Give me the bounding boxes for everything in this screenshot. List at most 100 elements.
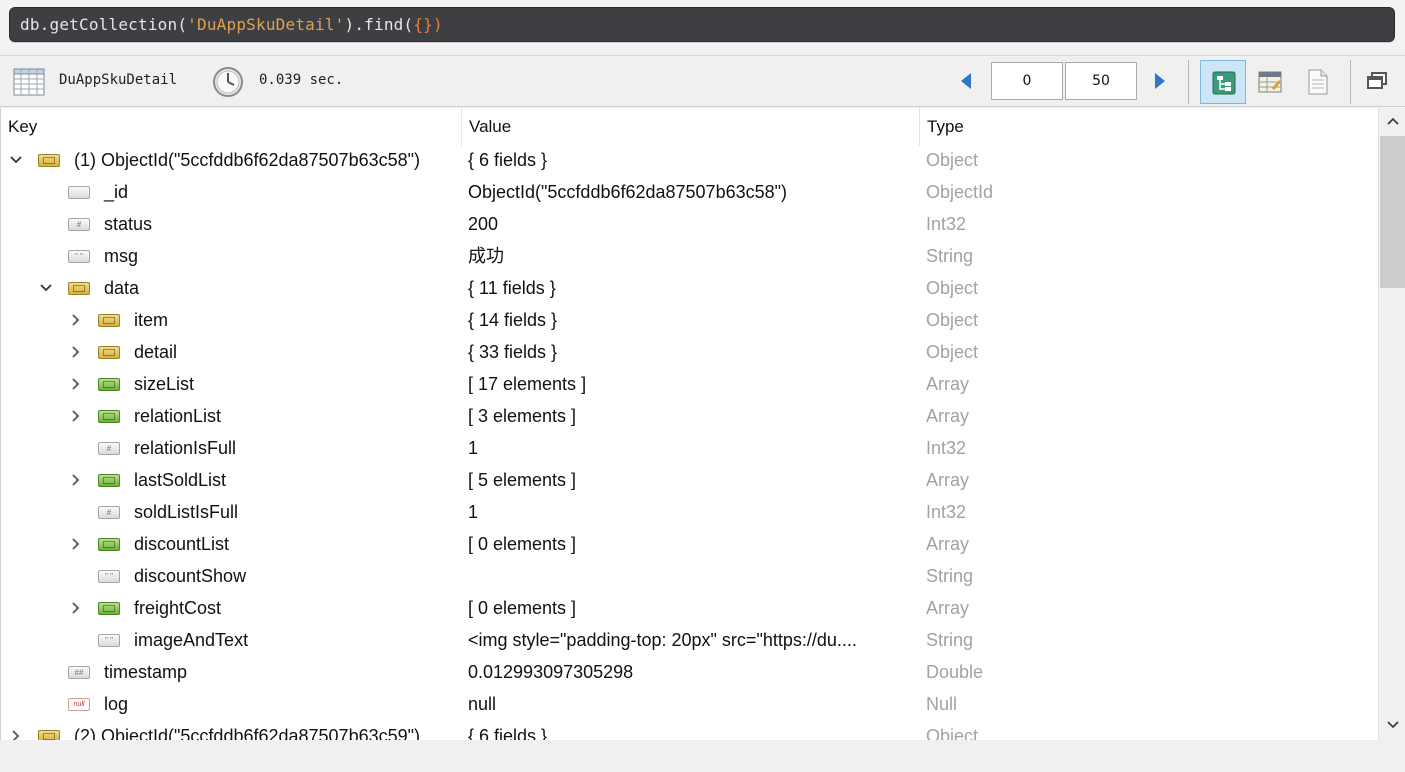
chevron-right-icon[interactable] (68, 464, 84, 496)
table-view-button[interactable] (1248, 60, 1294, 104)
row-type: Array (926, 534, 970, 554)
tree-row[interactable]: data { 11 fields } Object (1, 272, 1378, 304)
int32-type-icon: # (98, 442, 120, 455)
row-value: <img style="padding-top: 20px" src="http… (468, 630, 857, 650)
tree-row[interactable]: item { 14 fields } Object (1, 304, 1378, 336)
row-value: { 33 fields } (468, 342, 558, 362)
column-header-type[interactable]: Type (920, 108, 1378, 146)
tree-view-icon (1212, 71, 1236, 99)
row-key: relationIsFull (134, 438, 237, 458)
tree-row[interactable]: (1) ObjectId("5ccfddb6f62da87507b63c58")… (1, 144, 1378, 176)
maximize-window-icon[interactable] (1366, 71, 1388, 95)
object-type-icon (38, 730, 60, 740)
column-header-key[interactable]: Key (1, 108, 462, 146)
text-view-button[interactable] (1296, 60, 1342, 104)
arrow-right-icon[interactable] (1152, 71, 1168, 95)
string-type-icon: " " (68, 250, 90, 263)
tree-row[interactable]: # relationIsFull 1 Int32 (1, 432, 1378, 464)
row-type: Object (926, 150, 979, 170)
tree-row[interactable]: " " msg 成功 String (1, 240, 1378, 272)
array-type-icon (98, 378, 120, 391)
row-key: discountShow (134, 566, 247, 586)
tree-row[interactable]: # status 200 Int32 (1, 208, 1378, 240)
table-grid-icon (13, 68, 45, 100)
chevron-right-icon[interactable] (68, 368, 84, 400)
chevron-right-icon[interactable] (8, 720, 24, 740)
row-value: { 11 fields } (468, 278, 556, 298)
row-key: log (104, 694, 129, 714)
chevron-right-icon[interactable] (68, 528, 84, 560)
double-type-icon: ## (68, 666, 90, 679)
row-type: Int32 (926, 214, 967, 234)
object-type-icon (98, 314, 120, 327)
tree-row[interactable]: detail { 33 fields } Object (1, 336, 1378, 368)
row-key: (1) ObjectId("5ccfddb6f62da87507b63c58") (74, 150, 421, 170)
row-value: { 6 fields } (468, 726, 548, 740)
row-type: Int32 (926, 438, 967, 458)
row-key: _id (104, 182, 129, 202)
row-type: Object (926, 310, 979, 330)
row-key: sizeList (134, 374, 195, 394)
chevron-right-icon[interactable] (68, 336, 84, 368)
row-type: Double (926, 662, 984, 682)
row-value: [ 0 elements ] (468, 534, 577, 554)
tree-row[interactable]: sizeList [ 17 elements ] Array (1, 368, 1378, 400)
query-text[interactable]: db.getCollection('DuAppSkuDetail').find(… (20, 15, 443, 34)
tree-row[interactable]: " " discountShow String (1, 560, 1378, 592)
column-header-value[interactable]: Value (462, 108, 920, 146)
row-type: Array (926, 470, 970, 490)
results-tree-view[interactable]: Key Value Type (1) ObjectId("5ccfddb6f62… (0, 108, 1405, 740)
row-value: null (468, 694, 497, 714)
tree-row[interactable]: freightCost [ 0 elements ] Array (1, 592, 1378, 624)
scrollbar-thumb[interactable] (1380, 136, 1405, 288)
chevron-right-icon[interactable] (68, 304, 84, 336)
string-type-icon: " " (98, 634, 120, 647)
tree-row[interactable]: discountList [ 0 elements ] Array (1, 528, 1378, 560)
table-view-icon (1258, 70, 1282, 98)
row-value: [ 17 elements ] (468, 374, 587, 394)
row-value: { 14 fields } (468, 310, 558, 330)
chevron-up-icon[interactable] (1379, 108, 1405, 134)
array-type-icon (98, 602, 120, 615)
skip-input[interactable] (991, 62, 1063, 100)
array-type-icon (98, 474, 120, 487)
vertical-scrollbar[interactable] (1378, 108, 1405, 740)
row-key: discountList (134, 534, 230, 554)
query-braces: {} (413, 15, 434, 34)
tree-row[interactable]: " " imageAndText <img style="padding-top: … (1, 624, 1378, 656)
execution-time: 0.039 sec. (259, 72, 344, 88)
arrow-left-icon[interactable] (958, 71, 974, 95)
limit-input[interactable] (1065, 62, 1137, 100)
row-key: data (104, 278, 140, 298)
chevron-down-icon[interactable] (1379, 712, 1405, 738)
query-collection-literal: 'DuAppSkuDetail' (187, 15, 345, 34)
row-key: detail (134, 342, 178, 362)
chevron-down-icon[interactable] (38, 272, 54, 304)
object-type-icon (68, 282, 90, 295)
query-editor[interactable]: db.getCollection('DuAppSkuDetail').find(… (9, 7, 1395, 42)
tree-row[interactable]: relationList [ 3 elements ] Array (1, 400, 1378, 432)
row-value: [ 3 elements ] (468, 406, 577, 426)
row-type: Object (926, 278, 979, 298)
tree-view-button[interactable] (1200, 60, 1246, 104)
tree-row[interactable]: ## timestamp 0.012993097305298 Double (1, 656, 1378, 688)
tree-row[interactable]: # soldListIsFull 1 Int32 (1, 496, 1378, 528)
query-prefix: db.getCollection( (20, 15, 188, 34)
row-value: ObjectId("5ccfddb6f62da87507b63c58") (468, 182, 788, 202)
row-value: 1 (468, 438, 479, 458)
toolbar-separator (1350, 60, 1351, 104)
collection-name: DuAppSkuDetail (59, 72, 178, 88)
tree-row[interactable]: null log null Null (1, 688, 1378, 720)
tree-row[interactable]: _id ObjectId("5ccfddb6f62da87507b63c58") O… (1, 176, 1378, 208)
row-value: 200 (468, 214, 499, 234)
row-value: { 6 fields } (468, 150, 548, 170)
tree-row[interactable]: (2) ObjectId("5ccfddb6f62da87507b63c59")… (1, 720, 1378, 740)
chevron-right-icon[interactable] (68, 400, 84, 432)
row-key: item (134, 310, 169, 330)
chevron-right-icon[interactable] (68, 592, 84, 624)
row-type: Null (926, 694, 958, 714)
text-view-icon (1307, 69, 1329, 99)
row-type: ObjectId (926, 182, 994, 202)
tree-row[interactable]: lastSoldList [ 5 elements ] Array (1, 464, 1378, 496)
chevron-down-icon[interactable] (8, 144, 24, 176)
